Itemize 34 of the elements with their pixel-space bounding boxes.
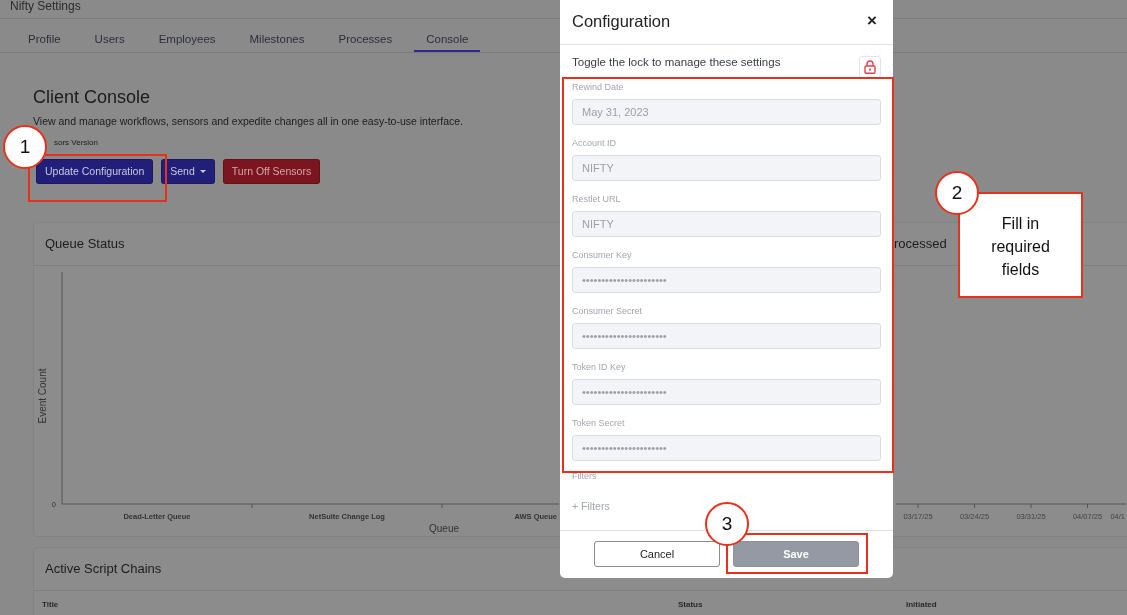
add-filter-link[interactable]: + Filters — [572, 499, 610, 515]
field-label: Restlet URL — [572, 192, 622, 205]
tab[interactable]: Employees — [146, 19, 228, 52]
page-heading: Client Console — [33, 86, 151, 108]
update-button[interactable]: Update Configuration — [36, 158, 154, 184]
caret-icon — [199, 170, 206, 174]
padlock-icon — [864, 59, 876, 74]
tab[interactable]: Processes — [326, 19, 405, 52]
lock-button[interactable] — [859, 55, 881, 78]
tab[interactable]: Users — [82, 19, 137, 52]
turn-off-button[interactable]: Turn Off Sensors — [222, 158, 321, 184]
axis-title: Event Count — [37, 368, 48, 424]
card-title: Active Script Chains — [45, 560, 162, 576]
tab[interactable]: Milestones — [237, 19, 317, 52]
column-header: Title — [42, 598, 60, 611]
card-title: Queue Status — [45, 235, 125, 251]
field-label: Consumer Key — [572, 248, 633, 261]
card-title: rocessed — [893, 235, 947, 251]
column-header: Status — [678, 598, 704, 611]
cancel-button[interactable]: Cancel — [594, 541, 720, 567]
tab[interactable]: Profile — [16, 19, 73, 52]
version-label: sors Version — [54, 136, 99, 149]
send-dropdown-button[interactable]: Send — [161, 158, 215, 184]
field-label: Token ID Key — [572, 360, 627, 373]
dialog-instruction: Toggle the lock to manage these settings — [572, 54, 781, 70]
column-header: Initiated — [906, 598, 937, 611]
step-number: 1 — [3, 125, 47, 169]
tab[interactable]: Console — [414, 19, 481, 52]
field-label: Rewind Date — [572, 80, 625, 93]
field-label: Filters — [572, 469, 597, 483]
axis-title: Queue — [429, 522, 459, 534]
field-label: Account ID — [572, 136, 618, 149]
field-label: Consumer Secret — [572, 304, 644, 317]
field-label: Token Secret — [572, 416, 626, 429]
